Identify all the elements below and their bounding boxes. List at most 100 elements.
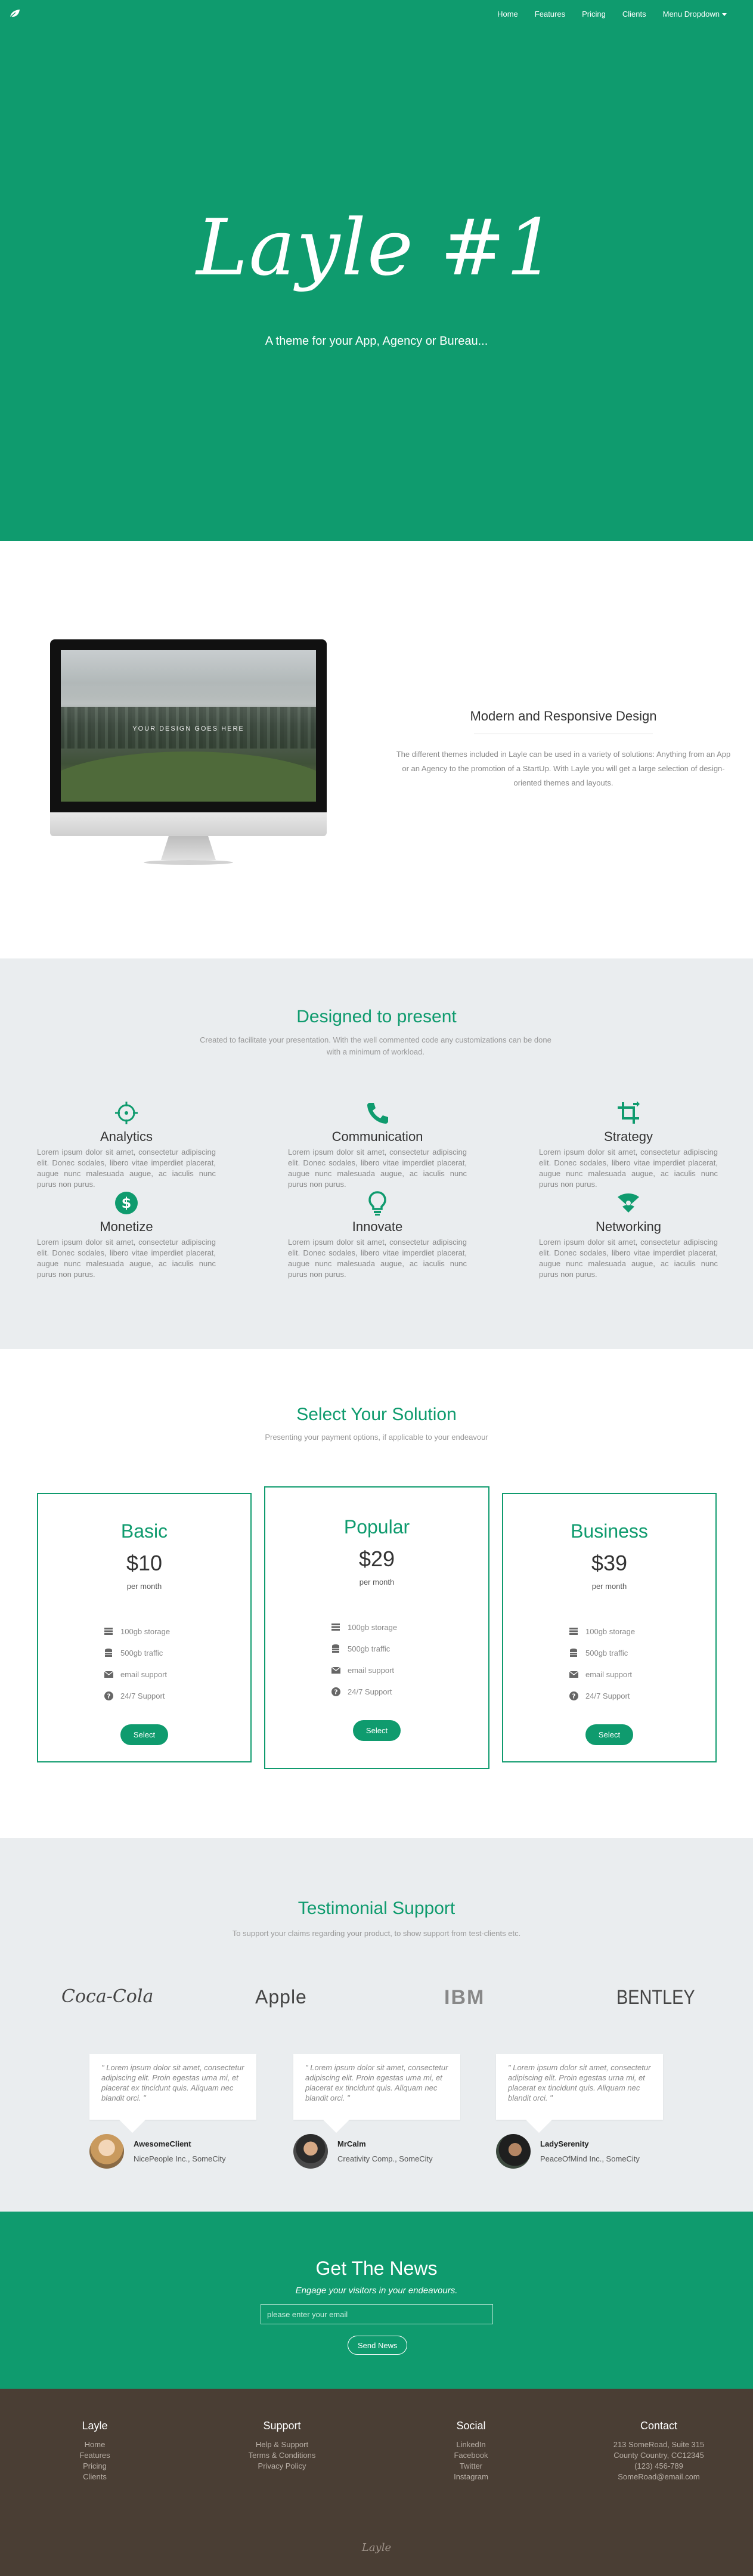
plan-name: Basic <box>120 1520 168 1542</box>
plan-period: per month <box>591 1582 627 1591</box>
caret-down-icon <box>722 13 727 16</box>
plan-feature-label: 100gb storage <box>348 1622 398 1632</box>
plan-feature-label: email support <box>120 1669 168 1679</box>
footer-link-pricing[interactable]: Pricing <box>23 2461 166 2472</box>
footer-column-title: Support <box>263 2420 301 2432</box>
help-icon: ? <box>331 1687 340 1696</box>
footer-column-title: Layle <box>82 2420 108 2432</box>
footer-link-terms[interactable]: Terms & Conditions <box>210 2450 354 2461</box>
service-networking: Networking Lorem ipsum dolor sit amet, c… <box>539 1190 718 1280</box>
pricing-title: Select Your Solution <box>296 1405 457 1424</box>
testimonial-author: MrCalm Creativity Comp., SomeCity <box>293 2134 460 2169</box>
footer-column-layle: Layle Home Features Pricing Clients <box>23 2420 166 2482</box>
contact-email: SomeRoad@email.com <box>618 2472 700 2481</box>
plan-feature-label: 100gb storage <box>585 1626 636 1636</box>
footer-link-clients[interactable]: Clients <box>23 2472 166 2482</box>
email-icon <box>104 1669 113 1679</box>
plan-feature-list: 100gb storage 500gb traffic email suppor… <box>569 1621 715 1706</box>
service-title: Innovate <box>352 1219 403 1234</box>
author-company: NicePeople Inc., SomeCity <box>134 2154 226 2163</box>
feature-text: The different themes included in Layle c… <box>396 750 731 787</box>
brand-logo-ibm: IBM <box>444 1986 485 2009</box>
footer-link-linkedin[interactable]: LinkedIn <box>399 2439 543 2450</box>
storage-icon <box>331 1622 340 1632</box>
database-icon <box>569 1648 578 1657</box>
footer-column-support: Support Help & Support Terms & Condition… <box>210 2420 354 2472</box>
database-icon <box>331 1644 340 1653</box>
plan-feature: 100gb storage <box>104 1621 250 1642</box>
plan-feature: 100gb storage <box>569 1621 715 1642</box>
monitor-screen: YOUR DESIGN GOES HERE <box>61 650 316 802</box>
storage-icon <box>104 1626 113 1636</box>
plan-name: Business <box>571 1520 648 1542</box>
feature-section: YOUR DESIGN GOES HERE Modern and Respons… <box>0 541 753 958</box>
email-icon <box>331 1665 340 1675</box>
author-company: PeaceOfMind Inc., SomeCity <box>540 2154 640 2163</box>
crop-icon <box>539 1100 718 1125</box>
footer-column-social: Social LinkedIn Facebook Twitter Instagr… <box>399 2420 543 2482</box>
plan-feature-label: 24/7 Support <box>120 1691 165 1700</box>
service-title: Strategy <box>604 1129 653 1144</box>
feature-title: Modern and Responsive Design <box>470 709 657 723</box>
plan-feature-label: email support <box>585 1669 633 1679</box>
contact-phone: (123) 456-789 <box>634 2461 683 2470</box>
plan-feature: email support <box>104 1663 250 1685</box>
footer-link-instagram[interactable]: Instagram <box>399 2472 543 2482</box>
service-text: Lorem ipsum dolor sit amet, consectetur … <box>539 1148 718 1189</box>
email-input[interactable] <box>261 2304 493 2324</box>
footer-link-facebook[interactable]: Facebook <box>399 2450 543 2461</box>
hero-subtitle: A theme for your App, Agency or Bureau..… <box>265 335 488 348</box>
plan-price: $39 <box>591 1551 628 1575</box>
nav-item-features[interactable]: Features <box>526 10 574 18</box>
leaf-logo-icon[interactable] <box>8 7 21 20</box>
nav-item-clients[interactable]: Clients <box>614 10 655 18</box>
service-title: Monetize <box>100 1219 153 1234</box>
author-name: LadySerenity <box>540 2139 589 2148</box>
plan-price: $29 <box>358 1547 395 1571</box>
service-text: Lorem ipsum dolor sit amet, consectetur … <box>288 1238 467 1279</box>
svg-text:?: ? <box>107 1692 110 1700</box>
nav-links: Home Features Pricing Clients Menu Dropd… <box>489 10 735 18</box>
hero-title: Layle #1 <box>196 202 557 293</box>
plan-feature: 100gb storage <box>331 1616 488 1638</box>
svg-text:?: ? <box>572 1692 575 1700</box>
monitor-stand <box>161 836 216 860</box>
plan-feature-label: 500gb traffic <box>120 1648 163 1657</box>
plan-period: per month <box>359 1578 395 1587</box>
plan-feature: 500gb traffic <box>104 1642 250 1663</box>
select-popular-button[interactable]: Select <box>352 1720 401 1741</box>
footer-link-help[interactable]: Help & Support <box>210 2439 354 2450</box>
avatar <box>496 2134 531 2169</box>
send-news-button[interactable]: Send News <box>348 2336 408 2355</box>
nav-item-menu-dropdown[interactable]: Menu Dropdown <box>655 10 735 18</box>
email-icon <box>569 1669 578 1679</box>
footer-link-twitter[interactable]: Twitter <box>399 2461 543 2472</box>
top-navbar: Home Features Pricing Clients Menu Dropd… <box>0 0 753 27</box>
avatar <box>293 2134 328 2169</box>
storage-icon <box>569 1626 578 1636</box>
author-company: Creativity Comp., SomeCity <box>337 2154 433 2163</box>
plan-feature-label: 100gb storage <box>120 1626 171 1636</box>
pricing-subtitle: Presenting your payment options, if appl… <box>265 1433 488 1442</box>
testimonials-title: Testimonial Support <box>298 1898 455 1918</box>
service-title: Analytics <box>100 1129 153 1144</box>
plan-feature: email support <box>331 1659 488 1681</box>
plan-feature-label: 500gb traffic <box>348 1644 391 1653</box>
plan-feature: ? 24/7 Support <box>331 1681 488 1702</box>
footer-link-home[interactable]: Home <box>23 2439 166 2450</box>
testimonial-quote: " Lorem ipsum dolor sit amet, consectetu… <box>496 2054 663 2133</box>
footer-link-features[interactable]: Features <box>23 2450 166 2461</box>
services-section: Designed to present Created to facilitat… <box>0 958 753 1349</box>
pricing-section: Select Your Solution Presenting your pay… <box>0 1349 753 1838</box>
footer-link-privacy[interactable]: Privacy Policy <box>210 2461 354 2472</box>
nav-item-pricing[interactable]: Pricing <box>574 10 614 18</box>
select-business-button[interactable]: Select <box>585 1724 634 1745</box>
newsletter-title: Get The News <box>315 2258 438 2279</box>
testimonial-author: AwesomeClient NicePeople Inc., SomeCity <box>89 2134 256 2169</box>
help-icon: ? <box>104 1691 113 1700</box>
select-basic-button[interactable]: Select <box>120 1724 169 1745</box>
plan-feature: ? 24/7 Support <box>104 1685 250 1706</box>
service-strategy: Strategy Lorem ipsum dolor sit amet, con… <box>539 1100 718 1190</box>
nav-item-home[interactable]: Home <box>489 10 526 18</box>
dollar-icon: $ <box>37 1190 216 1216</box>
